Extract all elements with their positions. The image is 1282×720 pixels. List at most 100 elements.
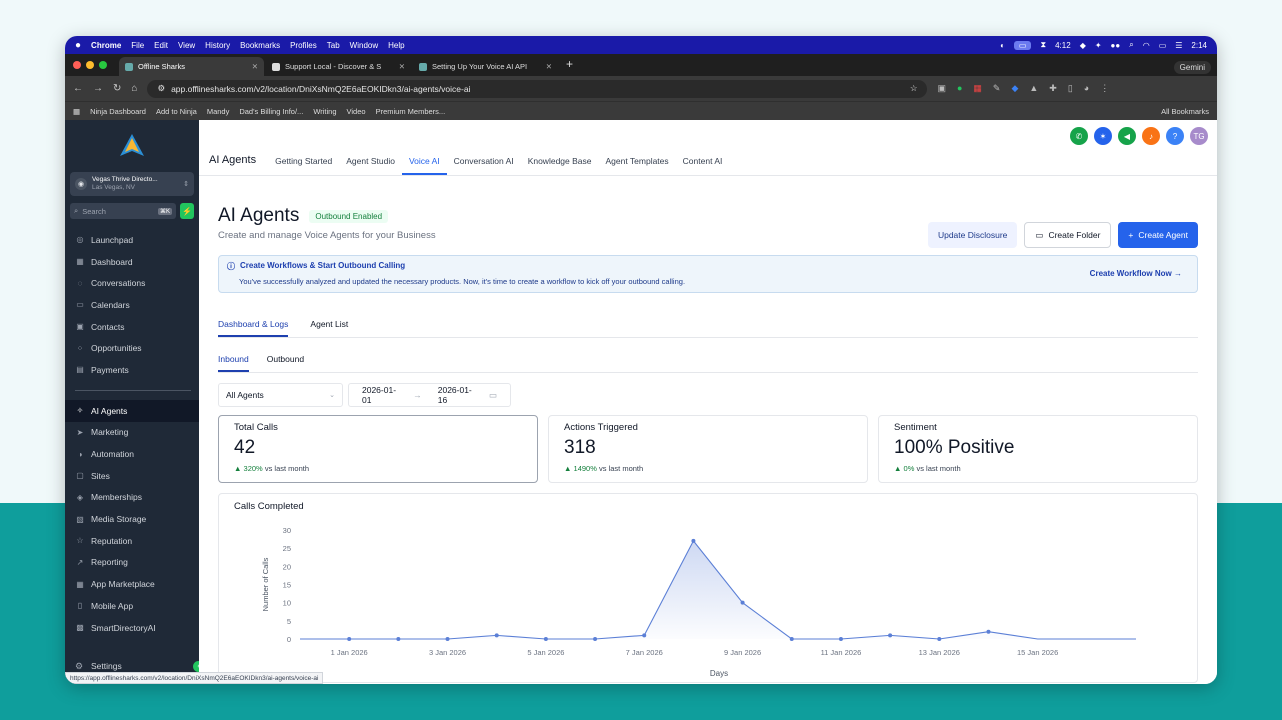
minimize-window-button[interactable]: [86, 61, 94, 69]
sidebar-item-marketing[interactable]: ➤ Marketing: [65, 422, 199, 444]
menu-history[interactable]: History: [205, 41, 230, 50]
pen-extension-icon[interactable]: ✎: [993, 83, 1001, 94]
sidebar-item-dashboard[interactable]: ▦ Dashboard: [65, 251, 199, 273]
stat-card-actions-triggered[interactable]: Actions Triggered 318 ▲ 1490% vs last mo…: [548, 415, 868, 483]
dots-icon[interactable]: ●●: [1111, 41, 1121, 50]
menu-kebab-icon[interactable]: ⋮: [1100, 83, 1109, 94]
tab-agent-templates[interactable]: Agent Templates: [598, 156, 675, 175]
menu-tab[interactable]: Tab: [327, 41, 340, 50]
new-tab-button[interactable]: +: [560, 57, 579, 76]
phone-icon[interactable]: ✆: [1070, 127, 1088, 145]
create-agent-button[interactable]: + Create Agent: [1118, 222, 1198, 248]
avatar[interactable]: TG: [1190, 127, 1208, 145]
tab-content-ai[interactable]: Content AI: [676, 156, 730, 175]
site-info-icon[interactable]: ⚙: [157, 83, 165, 94]
address-bar[interactable]: ⚙ app.offlinesharks.com/v2/location/DniX…: [147, 79, 928, 98]
stat-card-total-calls[interactable]: Total Calls 42 ▲ 320% vs last month: [218, 415, 538, 483]
puzzle-icon[interactable]: ✚: [1049, 83, 1057, 94]
bookmark-item[interactable]: Video: [347, 107, 366, 116]
tab-close-icon[interactable]: ✕: [546, 62, 552, 71]
bookmark-star-icon[interactable]: ☆: [910, 83, 918, 94]
tab-inbound[interactable]: Inbound: [218, 354, 249, 372]
sidebar-item-payments[interactable]: ▤ Payments: [65, 359, 199, 381]
tab-getting-started[interactable]: Getting Started: [268, 156, 339, 175]
tab-voice-ai[interactable]: Voice AI: [401, 156, 447, 175]
reload-icon[interactable]: ↻: [113, 83, 121, 94]
sidebar-item-mobile-app[interactable]: ▯ Mobile App: [65, 595, 199, 617]
agent-select[interactable]: All Agents ⌄: [218, 383, 343, 407]
sidebar-item-app-marketplace[interactable]: ▦ App Marketplace: [65, 573, 199, 595]
forward-icon[interactable]: →: [93, 83, 103, 94]
bell-icon[interactable]: ♪: [1142, 127, 1160, 145]
account-switcher[interactable]: ◉ Vegas Thrive Directo... Las Vegas, NV …: [70, 172, 194, 196]
bookmark-item[interactable]: Mandy: [207, 107, 230, 116]
wifi-icon[interactable]: ◠: [1143, 41, 1150, 50]
tab-outbound[interactable]: Outbound: [267, 354, 304, 372]
zoom-window-button[interactable]: [99, 61, 107, 69]
apps-grid-icon[interactable]: ▦: [73, 107, 80, 116]
menu-edit[interactable]: Edit: [154, 41, 168, 50]
quick-action-bolt-icon[interactable]: ⚡: [180, 203, 194, 219]
create-workflow-link[interactable]: Create Workflow Now →: [1090, 269, 1182, 278]
sidebar-item-calendars[interactable]: ▭ Calendars: [65, 294, 199, 316]
menubar-app[interactable]: Chrome: [91, 41, 121, 50]
sidebar-item-contacts[interactable]: ▣ Contacts: [65, 316, 199, 338]
back-icon[interactable]: ←: [73, 83, 83, 94]
sidebar-item-sites[interactable]: ▢ Sites: [65, 465, 199, 487]
extension-icon[interactable]: ●: [957, 83, 962, 94]
menu-help[interactable]: Help: [388, 41, 404, 50]
menubar-status-icon[interactable]: ▭: [1013, 40, 1032, 50]
extension-icon[interactable]: ◆: [1011, 83, 1018, 94]
tab-close-icon[interactable]: ✕: [399, 62, 405, 71]
all-bookmarks-button[interactable]: All Bookmarks: [1161, 107, 1209, 116]
menu-profiles[interactable]: Profiles: [290, 41, 317, 50]
dropbox-icon[interactable]: ✦: [1095, 41, 1102, 50]
sidebar-item-reputation[interactable]: ☆ Reputation: [65, 530, 199, 552]
help-icon[interactable]: ?: [1166, 127, 1184, 145]
apple-icon[interactable]: ●: [75, 40, 81, 51]
control-center-icon[interactable]: ☰: [1175, 41, 1182, 50]
sidebar-item-launchpad[interactable]: ◎ Launchpad: [65, 229, 199, 251]
sidebar-item-automation[interactable]: ◑ Automation: [65, 443, 199, 465]
sidebar-item-ai-agents[interactable]: ✧ AI Agents: [65, 399, 199, 422]
screen-record-icon[interactable]: ◐: [1000, 41, 1005, 50]
bookmark-item[interactable]: Add to Ninja: [156, 107, 197, 116]
menu-window[interactable]: Window: [350, 41, 378, 50]
bookmark-item[interactable]: Writing: [313, 107, 336, 116]
menu-file[interactable]: File: [131, 41, 144, 50]
create-folder-button[interactable]: ▭ Create Folder: [1024, 222, 1112, 248]
tab-conversation-ai[interactable]: Conversation AI: [447, 156, 521, 175]
browser-tab-3[interactable]: Setting Up Your Voice AI API ✕: [413, 57, 558, 76]
close-window-button[interactable]: [73, 61, 81, 69]
menu-view[interactable]: View: [178, 41, 195, 50]
sidebar-item-opportunities[interactable]: ⁘ Opportunities: [65, 337, 199, 359]
calendar-extension-icon[interactable]: ▦: [973, 83, 982, 94]
search-input[interactable]: ⌕ Search ⌘K: [70, 203, 176, 219]
stat-card-sentiment[interactable]: Sentiment 100% Positive ▲ 0% vs last mon…: [878, 415, 1198, 483]
bookmark-item[interactable]: Ninja Dashboard: [90, 107, 146, 116]
update-disclosure-button[interactable]: Update Disclosure: [927, 222, 1018, 248]
profile-avatar-icon[interactable]: ◕: [1084, 83, 1089, 94]
tab-knowledge-base[interactable]: Knowledge Base: [521, 156, 599, 175]
tab-agent-list[interactable]: Agent List: [310, 319, 348, 337]
extension-icon[interactable]: ▲: [1029, 83, 1038, 94]
gemini-button[interactable]: Gemini: [1173, 61, 1211, 74]
bookmark-item[interactable]: Dad's Billing Info/...: [239, 107, 303, 116]
browser-tab-2[interactable]: Support Local - Discover & S ✕: [266, 57, 411, 76]
menu-bookmarks[interactable]: Bookmarks: [240, 41, 280, 50]
magic-icon[interactable]: ✶: [1094, 127, 1112, 145]
timer-icon[interactable]: ⧗: [1040, 40, 1046, 50]
sidebar-item-smartdirectoryai[interactable]: ▩ SmartDirectoryAI: [65, 617, 199, 639]
sidebar-item-conversations[interactable]: ◌ Conversations: [65, 272, 199, 294]
search-icon[interactable]: ⌕: [1129, 40, 1133, 50]
tab-dashboard-logs[interactable]: Dashboard & Logs: [218, 319, 289, 337]
date-range-picker[interactable]: 2026-01-01 → 2026-01-16 ▭: [348, 383, 511, 407]
sidebar-item-reporting[interactable]: ↗ Reporting: [65, 552, 199, 574]
sidepanel-icon[interactable]: ▯: [1068, 83, 1073, 94]
extension-icon[interactable]: ◆: [1080, 41, 1086, 50]
battery-icon[interactable]: ▭: [1159, 41, 1167, 50]
bookmark-item[interactable]: Premium Members...: [376, 107, 446, 116]
sidebar-item-media-storage[interactable]: ▧ Media Storage: [65, 508, 199, 530]
tab-close-icon[interactable]: ✕: [252, 62, 258, 71]
home-icon[interactable]: ⌂: [131, 83, 137, 94]
